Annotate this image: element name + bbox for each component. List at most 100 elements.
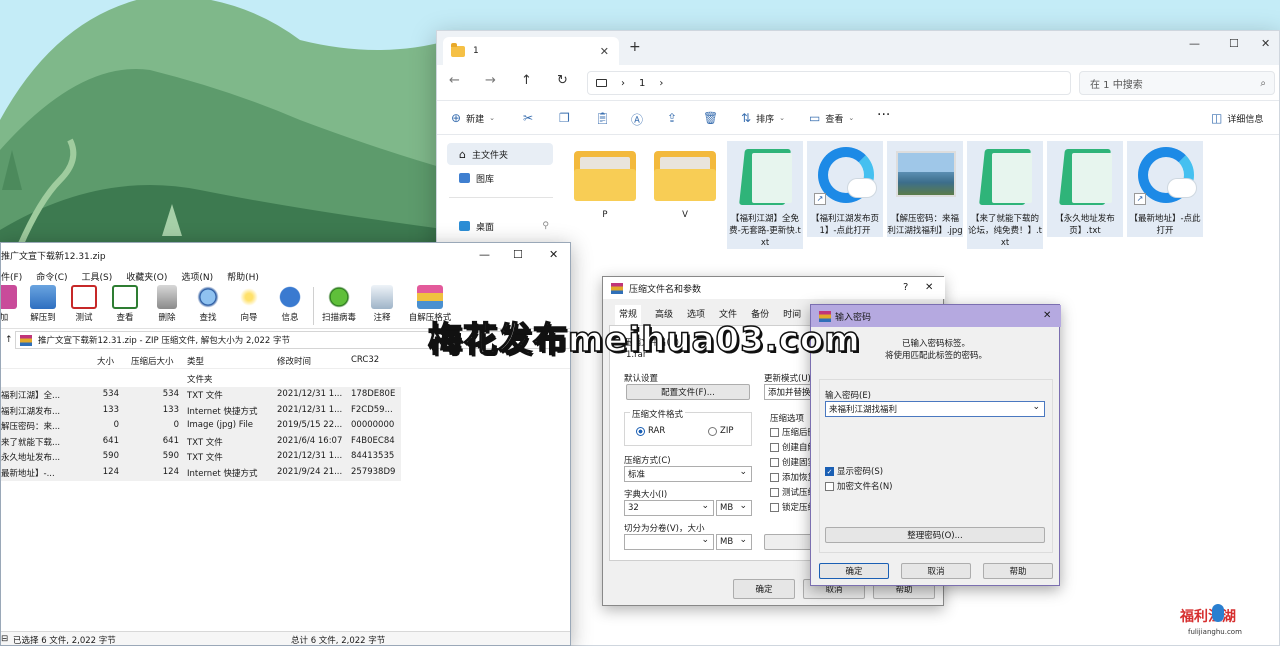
test-button[interactable]: 测试	[64, 285, 104, 323]
menu-commands[interactable]: 命令(C)	[36, 270, 67, 283]
copy-icon[interactable]: ❐	[559, 111, 570, 125]
close-tab-icon[interactable]: ✕	[600, 45, 609, 58]
cancel-button[interactable]: 取消	[901, 563, 971, 579]
method-select[interactable]: 标准	[624, 466, 752, 482]
parent-folder-row[interactable]: 文件夹	[1, 371, 401, 387]
menu-options[interactable]: 选项(N)	[181, 270, 213, 283]
sidebar-item-gallery[interactable]: 图库	[447, 167, 553, 189]
minimize-icon[interactable]: —	[1189, 37, 1200, 50]
help-button[interactable]: 帮助	[983, 563, 1053, 579]
sidebar-item-label: 主文件夹	[471, 150, 508, 161]
more-icon[interactable]: ···	[877, 107, 890, 123]
back-icon[interactable]: ←	[449, 73, 460, 88]
menu-file[interactable]: 件(F)	[1, 270, 22, 283]
col-packed[interactable]: 压缩后大小	[131, 355, 174, 367]
cell-modified: 2021/9/24 21...	[277, 467, 343, 477]
cell-modified: 2021/12/31 1...	[277, 404, 343, 415]
password-input[interactable]: 来福利江湖找福利	[825, 401, 1045, 417]
status-icon: ⊟	[1, 634, 9, 644]
ok-button[interactable]: 确定	[819, 563, 889, 579]
explorer-tab[interactable]: 1 ✕	[443, 37, 619, 65]
file-item[interactable]: ↗ 【福利江湖发布页1】-点此打开	[807, 141, 883, 237]
view-button[interactable]: 查看	[105, 285, 145, 323]
col-modified[interactable]: 修改时间	[277, 355, 311, 367]
close-icon[interactable]: ✕	[925, 282, 933, 293]
scan-virus-button[interactable]: 扫描病毒	[319, 285, 359, 323]
format-rar-radio[interactable]: RAR	[636, 426, 665, 436]
new-tab-icon[interactable]: +	[629, 39, 641, 55]
paste-icon[interactable]: 📋︎	[595, 111, 610, 125]
comment-button[interactable]: 注释	[362, 285, 402, 323]
find-button[interactable]: 查找	[188, 285, 228, 323]
encrypt-names-checkbox[interactable]: 加密文件名(N)	[825, 480, 893, 492]
cell-crc: 178DE80E	[351, 389, 396, 399]
table-row[interactable]: 福利江湖】全... 534 534 TXT 文件 2021/12/31 1... 178D…	[1, 387, 401, 403]
table-row[interactable]: 最新地址】-... 124 124 Internet 快捷方式 2021/9/24 21…	[1, 465, 401, 481]
file-item[interactable]: 【来了就能下载的论坛，纯免费！】.txt	[967, 141, 1043, 249]
notepad-icon	[734, 145, 796, 205]
table-row[interactable]: 解压密码：来... 0 0 Image (jpg) File 2019/5/15 22.…	[1, 418, 401, 434]
minimize-icon[interactable]: —	[479, 248, 490, 261]
info-button[interactable]: 信息	[270, 285, 310, 323]
file-item[interactable]: 【永久地址发布页】.txt	[1047, 141, 1123, 237]
unchecked-icon	[770, 442, 779, 452]
set-password-button[interactable]	[764, 534, 814, 550]
table-row[interactable]: 福利江湖发布... 133 133 Internet 快捷方式 2021/12/31 1…	[1, 402, 401, 419]
col-type[interactable]: 类型	[187, 355, 204, 367]
sidebar-item-home[interactable]: ⌂ 主文件夹	[447, 143, 553, 165]
delete-icon[interactable]: 🗑︎	[703, 111, 718, 125]
cell-modified: 2021/6/4 16:07	[277, 435, 343, 446]
file-name: 【永久地址发布页】.txt	[1055, 214, 1115, 236]
wizard-button[interactable]: 向导	[229, 285, 269, 323]
cut-icon[interactable]: ✂	[523, 111, 533, 125]
trash-icon	[157, 285, 177, 309]
sidebar-item-desktop[interactable]: 桌面 ⚲	[447, 215, 553, 237]
show-password-checkbox[interactable]: ✓ 显示密码(S)	[825, 465, 883, 477]
view-button[interactable]: ▭ 查看 ⌄	[809, 111, 854, 125]
split-unit-select[interactable]: MB	[716, 534, 752, 550]
table-row[interactable]: 来了就能下载... 641 641 TXT 文件 2021/6/4 16:07 F4B0E…	[1, 433, 401, 450]
dict-unit-select[interactable]: MB	[716, 500, 752, 516]
address-segment[interactable]: 1	[639, 78, 645, 89]
ok-button[interactable]: 确定	[733, 579, 795, 599]
folder-item[interactable]: P	[567, 141, 643, 221]
close-icon[interactable]: ✕	[1043, 310, 1051, 321]
format-zip-radio[interactable]: ZIP	[708, 426, 733, 436]
dict-select[interactable]: 32	[624, 500, 714, 516]
menu-help[interactable]: 帮助(H)	[227, 270, 259, 283]
col-crc[interactable]: CRC32	[351, 355, 379, 365]
extract-to-button[interactable]: 解压到	[23, 285, 63, 323]
add-button[interactable]: 加	[1, 285, 21, 323]
up-icon[interactable]: ↑	[521, 73, 532, 88]
pin-icon[interactable]: ⚲	[542, 221, 549, 231]
menu-favorites[interactable]: 收藏夹(O)	[126, 270, 167, 283]
maximize-icon[interactable]: ☐	[513, 248, 523, 261]
share-icon[interactable]: ⇪	[667, 111, 677, 125]
rename-icon[interactable]: Ⓐ	[631, 111, 643, 128]
organize-passwords-button[interactable]: 整理密码(O)...	[825, 527, 1045, 543]
address-bar[interactable]: › 1 ›	[587, 71, 1071, 95]
help-icon[interactable]: ?	[903, 282, 908, 293]
menu-tools[interactable]: 工具(S)	[82, 270, 113, 283]
table-row[interactable]: 永久地址发布... 590 590 TXT 文件 2021/12/31 1... 8441…	[1, 449, 401, 465]
profile-button[interactable]: 配置文件(F)...	[626, 384, 750, 400]
close-window-icon[interactable]: ✕	[1261, 37, 1270, 50]
rar-icon	[20, 334, 32, 346]
delete-button[interactable]: 删除	[147, 285, 187, 323]
close-window-icon[interactable]: ✕	[549, 248, 558, 261]
maximize-icon[interactable]: ☐	[1229, 37, 1239, 50]
sort-button[interactable]: ⇅ 排序 ⌄	[741, 111, 785, 125]
up-arrow-icon[interactable]: ↑	[5, 335, 13, 345]
file-item[interactable]: 【福利江湖】全免费-无套路-更新快.txt	[727, 141, 803, 249]
new-button[interactable]: ⊕ 新建 ⌄	[451, 111, 495, 125]
split-select[interactable]	[624, 534, 714, 550]
file-item[interactable]: ↗ 【最新地址】-点此打开	[1127, 141, 1203, 237]
site-logo: 福利江湖 fulijianghu.com	[1176, 604, 1280, 646]
forward-icon[interactable]: →	[485, 73, 496, 88]
folder-item[interactable]: V	[647, 141, 723, 221]
file-item[interactable]: 【解压密码：来福利江湖找福利】.jpg	[887, 141, 963, 237]
refresh-icon[interactable]: ↻	[557, 73, 568, 88]
col-size[interactable]: 大小	[97, 355, 114, 367]
search-box[interactable]: 在 1 中搜索 ⌕	[1079, 71, 1275, 95]
details-button[interactable]: ◫ 详细信息	[1211, 111, 1263, 125]
